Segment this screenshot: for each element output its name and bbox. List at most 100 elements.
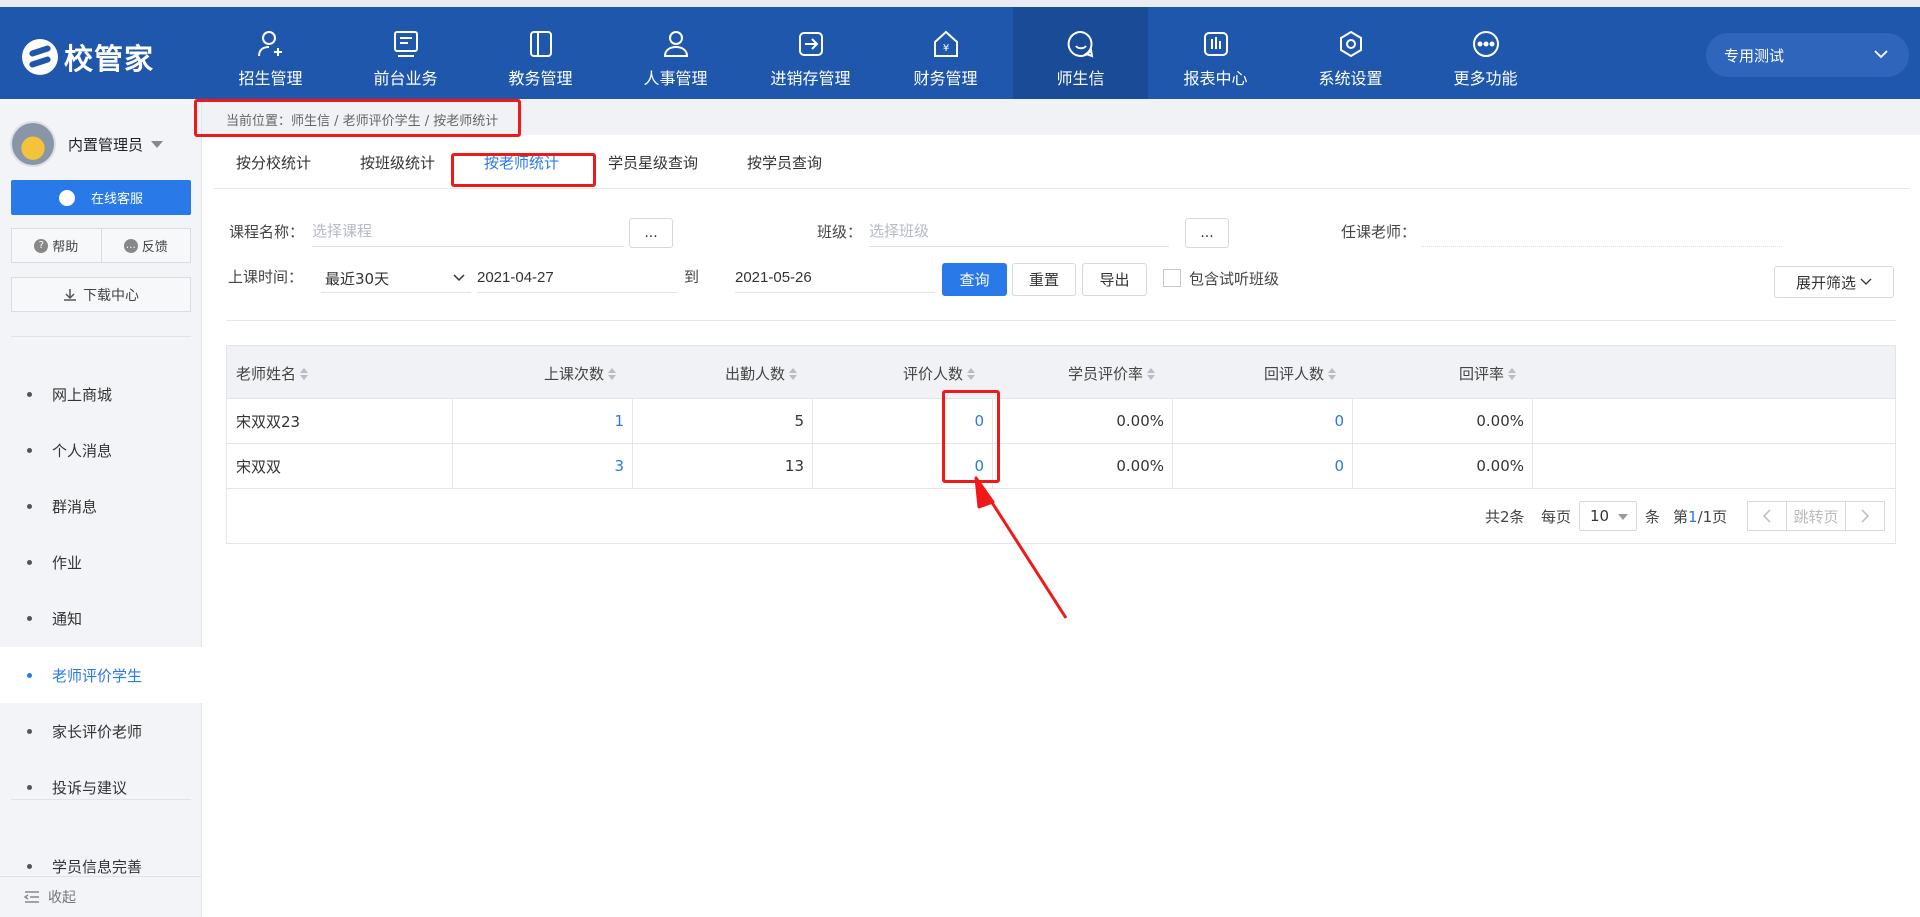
cell-lessons[interactable]: 3 bbox=[453, 444, 633, 488]
column-header-attendance[interactable]: 出勤人数 bbox=[725, 363, 798, 384]
next-page-button[interactable] bbox=[1845, 501, 1885, 531]
page-suffix: /1页 bbox=[1697, 508, 1728, 526]
prev-page-button[interactable] bbox=[1747, 501, 1787, 531]
user-menu[interactable]: 内置管理员 bbox=[10, 121, 164, 167]
sidebar-item-label: 通知 bbox=[52, 609, 83, 628]
sidebar-item-homework[interactable]: 作业 bbox=[0, 534, 202, 590]
help-button[interactable]: ? 帮助 bbox=[12, 229, 102, 262]
column-header-rating-rate[interactable]: 学员评价率 bbox=[1068, 363, 1156, 384]
sidebar-item-label: 老师评价学生 bbox=[52, 666, 143, 685]
cell-replies[interactable]: 0 bbox=[1173, 444, 1353, 488]
column-label: 回评率 bbox=[1459, 365, 1505, 383]
download-center-button[interactable]: 下载中心 bbox=[11, 277, 191, 312]
nav-label: 教务管理 bbox=[508, 69, 573, 88]
column-header-lessons[interactable]: 上课次数 bbox=[544, 363, 617, 384]
class-picker-button[interactable]: ... bbox=[1185, 218, 1229, 248]
export-button[interactable]: 导出 bbox=[1082, 263, 1147, 296]
chevron-down-icon bbox=[453, 274, 465, 282]
page-size-select[interactable]: 10 bbox=[1579, 501, 1637, 531]
page-size-value: 10 bbox=[1590, 507, 1610, 525]
time-label: 上课时间： bbox=[228, 268, 304, 286]
nav-item-reports[interactable]: 报表中心 bbox=[1148, 7, 1283, 99]
nav-item-hr[interactable]: 人事管理 bbox=[608, 7, 743, 99]
nav-item-more[interactable]: 更多功能 bbox=[1418, 7, 1553, 99]
sidebar-item-group-messages[interactable]: 群消息 bbox=[0, 478, 202, 534]
cell-lessons[interactable]: 1 bbox=[453, 399, 633, 443]
logo[interactable]: 校管家 bbox=[22, 35, 154, 79]
collapse-button[interactable]: 收起 bbox=[24, 887, 76, 907]
course-picker-button[interactable]: ... bbox=[629, 218, 673, 248]
download-icon bbox=[64, 288, 76, 301]
column-header-reply-rate[interactable]: 回评率 bbox=[1459, 363, 1517, 384]
nav-item-enrollment[interactable]: 招生管理 bbox=[203, 7, 338, 99]
cell-evaluated[interactable]: 0 bbox=[813, 444, 993, 488]
nav-item-inventory[interactable]: 进销存管理 bbox=[743, 7, 878, 99]
bullet bbox=[27, 728, 32, 734]
cell-replies[interactable]: 0 bbox=[1173, 399, 1353, 443]
expand-filter-label: 展开筛选 bbox=[1795, 273, 1856, 292]
start-date-input[interactable] bbox=[477, 263, 677, 293]
column-header-teacher[interactable]: 老师姓名 bbox=[236, 363, 309, 384]
tab-by-class[interactable]: 按班级统计 bbox=[360, 152, 435, 173]
query-button[interactable]: 查询 bbox=[942, 263, 1007, 296]
include-trial-label: 包含试听班级 bbox=[1189, 270, 1280, 288]
tab-by-teacher[interactable]: 按老师统计 bbox=[484, 152, 559, 173]
inventory-icon bbox=[798, 32, 823, 56]
top-bar: 校管家 招生管理 前台业务 教务管理 人事管理 进销存管理 ¥ 财务管理 师生信… bbox=[0, 0, 1920, 99]
sidebar-item-mall[interactable]: 网上商城 bbox=[0, 366, 202, 422]
chat-bubble-icon bbox=[58, 189, 75, 206]
include-trial-checkbox[interactable] bbox=[1163, 269, 1181, 287]
sort-icon bbox=[967, 367, 976, 380]
class-input[interactable] bbox=[869, 217, 1169, 247]
sidebar-item-complaints[interactable]: 投诉与建议 bbox=[0, 759, 202, 815]
nav-item-teacher-student[interactable]: 师生信 bbox=[1013, 7, 1148, 99]
tab-student-rating[interactable]: 学员星级查询 bbox=[608, 152, 698, 173]
nav-label: 系统设置 bbox=[1318, 69, 1383, 88]
sidebar-item-teacher-evaluate-student[interactable]: 老师评价学生 bbox=[0, 647, 202, 703]
download-center-label: 下载中心 bbox=[83, 287, 139, 304]
desk-icon bbox=[393, 31, 418, 57]
report-icon bbox=[1203, 32, 1228, 56]
time-range-select[interactable]: 最近30天 bbox=[321, 263, 471, 293]
current-page: 1 bbox=[1688, 508, 1698, 526]
sidebar-item-student-info[interactable]: 学员信息完善 bbox=[0, 838, 202, 894]
teacher-input[interactable] bbox=[1422, 217, 1782, 247]
per-page-unit: 条 bbox=[1645, 508, 1661, 526]
cell-evaluated[interactable]: 0 bbox=[813, 399, 993, 443]
feedback-button[interactable]: … 反馈 bbox=[102, 229, 191, 262]
online-service-button[interactable]: 在线客服 bbox=[11, 180, 191, 215]
end-date-input[interactable] bbox=[735, 263, 935, 293]
nav-item-settings[interactable]: 系统设置 bbox=[1283, 7, 1418, 99]
sidebar-divider bbox=[11, 336, 191, 337]
teacher-stats-table: 老师姓名 上课次数 出勤人数 评价人数 学员评价率 回评人数 回评率 宋双双23… bbox=[226, 345, 1896, 544]
nav-item-front-desk[interactable]: 前台业务 bbox=[338, 7, 473, 99]
sidebar-item-parent-evaluate-teacher[interactable]: 家长评价老师 bbox=[0, 703, 202, 759]
expand-filter-button[interactable]: 展开筛选 bbox=[1774, 266, 1894, 298]
bullet bbox=[27, 615, 32, 621]
sidebar-item-notice[interactable]: 通知 bbox=[0, 590, 202, 646]
feedback-label: 反馈 bbox=[141, 240, 168, 255]
nav-item-academic[interactable]: 教务管理 bbox=[473, 7, 608, 99]
column-header-replies[interactable]: 回评人数 bbox=[1264, 363, 1337, 384]
course-input[interactable] bbox=[312, 217, 624, 247]
tenant-selector[interactable]: 专用测试 bbox=[1706, 33, 1909, 77]
tab-by-student[interactable]: 按学员查询 bbox=[747, 152, 822, 173]
sort-icon bbox=[1328, 367, 1337, 380]
sidebar: 内置管理员 在线客服 ? 帮助 … 反馈 下载中心 网上商城 个人消息 群消息 作业… bbox=[0, 99, 202, 917]
tab-by-branch[interactable]: 按分校统计 bbox=[236, 152, 311, 173]
nav-label: 报表中心 bbox=[1183, 69, 1248, 88]
bullet bbox=[27, 863, 32, 869]
jump-page-input[interactable]: 跳转页 bbox=[1786, 501, 1846, 531]
column-header-evaluated[interactable]: 评价人数 bbox=[903, 363, 976, 384]
table-header: 老师姓名 上课次数 出勤人数 评价人数 学员评价率 回评人数 回评率 bbox=[227, 346, 1895, 399]
nav-item-finance[interactable]: ¥ 财务管理 bbox=[878, 7, 1013, 99]
teacher-label: 任课老师： bbox=[1341, 223, 1417, 241]
tab-bar: 按分校统计 按班级统计 按老师统计 学员星级查询 按学员查询 bbox=[214, 144, 1909, 189]
sidebar-item-messages[interactable]: 个人消息 bbox=[0, 422, 202, 478]
reset-button[interactable]: 重置 bbox=[1012, 263, 1076, 296]
sort-icon bbox=[300, 367, 309, 380]
filter-divider bbox=[226, 320, 1896, 321]
chevron-right-icon bbox=[1861, 509, 1870, 523]
more-icon bbox=[1472, 31, 1499, 57]
nav-label: 财务管理 bbox=[913, 69, 978, 88]
